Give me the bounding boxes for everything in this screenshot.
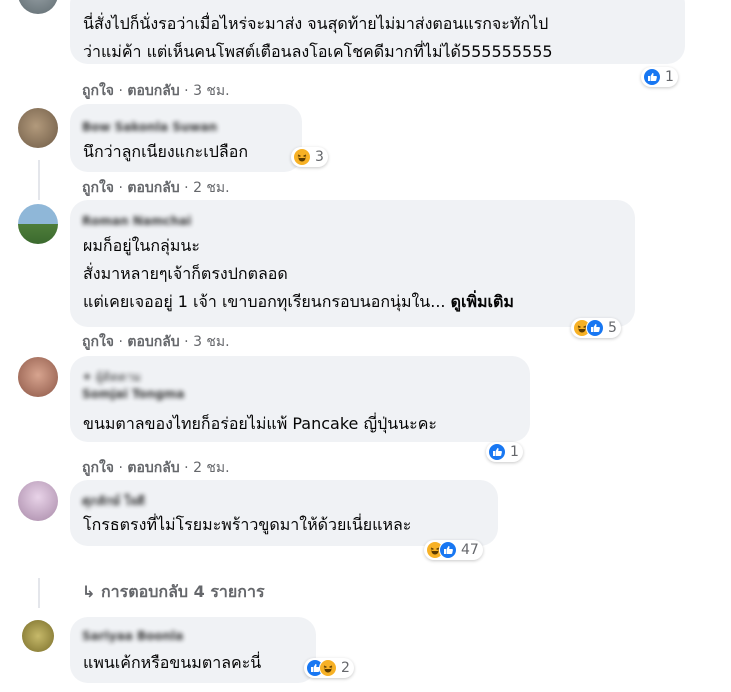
commenter-name[interactable]: Somjai Tongma <box>82 387 184 401</box>
like-button[interactable]: ถูกใจ <box>82 180 114 196</box>
see-more-link[interactable]: ดูเพิ่มเติม <box>451 292 514 311</box>
commenter-name[interactable]: ศุภลักษ์ ใจดี <box>82 492 145 511</box>
comment-bubble: Bow Sakonla Suwan นึกว่าลูกเนียงแกะเปลือ… <box>70 104 302 172</box>
reaction-count: 1 <box>665 69 674 85</box>
reaction-count: 2 <box>341 660 350 676</box>
commenter-name[interactable]: Sariyaa Boonla <box>82 629 183 643</box>
timestamp[interactable]: 2 ชม. <box>193 180 230 196</box>
thread-line <box>38 160 40 200</box>
reaction-count: 5 <box>608 320 617 336</box>
reaction-summary[interactable]: 47 <box>424 540 483 560</box>
avatar[interactable] <box>18 108 58 148</box>
avatar[interactable] <box>18 0 58 14</box>
reply-button[interactable]: ตอบกลับ <box>127 83 179 99</box>
reaction-summary[interactable]: 1 <box>641 67 678 87</box>
comment-actions: ถูกใจ · ตอบกลับ · 3 ชม. <box>82 334 230 350</box>
follower-badge: ✦ ผู้ติดตาม <box>82 370 141 384</box>
comment-bubble: นี่สั่งไปก็นั่งรอว่าเมื่อไหร่จะมาส่ง จนส… <box>70 0 685 64</box>
reply-button[interactable]: ตอบกลับ <box>127 460 179 476</box>
avatar[interactable] <box>18 481 58 521</box>
comment-bubble: Sariyaa Boonla แพนเค้กหรือขนมตาลคะนี่ <box>70 617 316 683</box>
comment-text: แพนเค้กหรือขนมตาลคะนี่ <box>83 653 262 672</box>
avatar[interactable] <box>22 620 54 652</box>
comment-actions: ถูกใจ · ตอบกลับ · 2 ชม. <box>82 180 230 196</box>
view-replies-link[interactable]: ↳ การตอบกลับ 4 รายการ <box>82 580 265 605</box>
reaction-count: 1 <box>510 444 519 460</box>
comment-text: สั่งมาหลายๆเจ้าก็ตรงปกตลอด <box>83 264 288 283</box>
comment-bubble: ศุภลักษ์ ใจดี โกรธตรงที่ไม่โรยมะพร้าวขูด… <box>70 480 498 546</box>
comment-text: นึกว่าลูกเนียงแกะเปลือก <box>83 142 248 161</box>
comment-text: ว่าแม่ค้า แต่เห็นคนโพสต์เตือนลงโอเคโชคดี… <box>83 42 553 61</box>
comment-actions: ถูกใจ · ตอบกลับ · 2 ชม. <box>82 460 230 476</box>
timestamp[interactable]: 2 ชม. <box>193 460 230 476</box>
like-button[interactable]: ถูกใจ <box>82 460 114 476</box>
like-icon <box>643 68 661 86</box>
commenter-name[interactable]: Bow Sakonla Suwan <box>82 120 217 134</box>
haha-icon <box>293 148 311 166</box>
comment-text: ขนมตาลของไทยก็อร่อยไม่แพ้ Pancake ญี่ปุ่… <box>83 414 437 433</box>
comment-text: โกรธตรงที่ไม่โรยมะพร้าวขูดมาให้ด้วยเนี่ย… <box>83 515 412 534</box>
thread-line <box>38 578 40 608</box>
reply-button[interactable]: ตอบกลับ <box>127 180 179 196</box>
haha-icon <box>319 659 337 677</box>
like-icon <box>439 541 457 559</box>
avatar[interactable] <box>18 357 58 397</box>
comment-bubble: ✦ ผู้ติดตาม Somjai Tongma ขนมตาลของไทยก็… <box>70 356 530 442</box>
commenter-name[interactable]: Roman Namchai <box>82 214 191 228</box>
reaction-summary[interactable]: 5 <box>571 318 621 338</box>
avatar[interactable] <box>18 204 58 244</box>
reply-button[interactable]: ตอบกลับ <box>127 334 179 350</box>
reaction-count: 47 <box>461 542 479 558</box>
like-button[interactable]: ถูกใจ <box>82 334 114 350</box>
comment-text: ผมก็อยู่ในกลุ่มนะ <box>83 236 200 255</box>
comment-actions: ถูกใจ · ตอบกลับ · 3 ชม. <box>82 83 230 99</box>
comment-text: แต่เคยเจออยู่ 1 เจ้า เขาบอกทุเรียนกรอบนอ… <box>83 292 514 311</box>
timestamp[interactable]: 3 ชม. <box>193 83 230 99</box>
comment-text: นี่สั่งไปก็นั่งรอว่าเมื่อไหร่จะมาส่ง จนส… <box>83 14 549 33</box>
like-icon <box>488 443 506 461</box>
timestamp[interactable]: 3 ชม. <box>193 334 230 350</box>
reaction-count: 3 <box>315 149 324 165</box>
reaction-summary[interactable]: 2 <box>304 658 354 678</box>
comment-bubble: Roman Namchai ผมก็อยู่ในกลุ่มนะ สั่งมาหล… <box>70 200 635 327</box>
like-button[interactable]: ถูกใจ <box>82 83 114 99</box>
like-icon <box>586 319 604 337</box>
reaction-summary[interactable]: 1 <box>486 442 523 462</box>
reaction-summary[interactable]: 3 <box>291 147 328 167</box>
